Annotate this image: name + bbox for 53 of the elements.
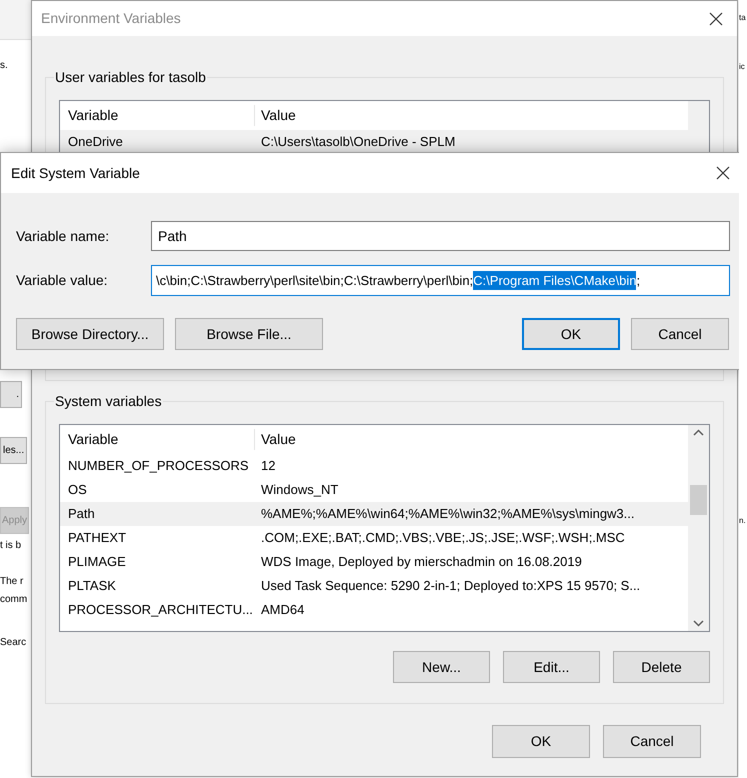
button[interactable]: OK <box>522 318 620 350</box>
button[interactable]: Cancel <box>603 725 701 758</box>
field-label: Variable name: <box>16 226 110 246</box>
column-header[interactable]: Variable <box>60 429 255 450</box>
variable-name: Path <box>67 505 96 524</box>
close-icon[interactable] <box>716 166 730 180</box>
scroll-down-icon[interactable] <box>693 620 704 627</box>
field-label: Variable value: <box>16 271 109 290</box>
page-text: ta <box>739 12 746 24</box>
scrollbar-thumb[interactable] <box>690 485 707 515</box>
column-header[interactable]: Value <box>255 105 688 126</box>
input-field[interactable]: \c\bin;C:\Strawberry\perl\site\bin;C:\Strawberry\perl\bin;C:\Program Files\CMake\bin; <box>151 265 730 296</box>
variable-name: PROCESSOR_ARCHITECTU... <box>67 601 254 620</box>
variable-value: .COM;.EXE;.BAT;.CMD;.VBS;.VBE;.JS;.JSE;.WSF;.WSH;.MSC <box>260 529 626 548</box>
button[interactable]: Browse Directory... <box>16 318 164 350</box>
variable-value: WDS Image, Deployed by mierschadmin on 16.08.2019 <box>260 553 583 572</box>
variable-value: AMD64 <box>260 601 306 620</box>
page-text: Searc <box>0 636 26 650</box>
button[interactable]: OK <box>492 725 590 758</box>
variable-name: PLTASK <box>67 577 117 596</box>
scrollbar[interactable] <box>688 425 709 631</box>
variable-value: Used Task Sequence: 5290 2-in-1; Deployed to:XPS 15 9570; S... <box>260 577 642 596</box>
button[interactable]: Edit... <box>503 651 600 683</box>
page-text: t is b <box>0 539 22 553</box>
scroll-up-icon[interactable] <box>693 429 704 436</box>
column-header[interactable]: Value <box>255 429 688 450</box>
button[interactable]: les... <box>0 437 28 464</box>
page-text: comm <box>0 593 28 607</box>
window-title: Environment Variables <box>41 9 181 28</box>
variable-name: PATHEXT <box>67 529 128 548</box>
button[interactable]: New... <box>393 651 490 683</box>
variable-name: OS <box>67 481 88 500</box>
variable-value: Windows_NT <box>260 481 340 500</box>
page-text: s. <box>0 59 8 73</box>
variable-value: 12 <box>260 457 276 476</box>
button[interactable]: . <box>0 381 22 408</box>
page-text: ic <box>739 61 745 73</box>
button[interactable]: Browse File... <box>175 318 323 350</box>
close-icon[interactable] <box>709 12 723 26</box>
button[interactable]: Cancel <box>631 318 729 350</box>
variable-name: OneDrive <box>67 133 124 152</box>
page-text: n. <box>739 515 746 527</box>
page-text: The r <box>0 575 24 589</box>
button[interactable]: Delete <box>613 651 710 683</box>
list-row[interactable]: OneDrive C:\Users\tasolb\OneDrive - SPLM <box>60 130 688 154</box>
variable-value: %AME%;%AME%\win64;%AME%\win32;%AME%\sys\mingw3... <box>260 505 636 524</box>
variable-value: C:\Users\tasolb\OneDrive - SPLM <box>260 133 456 152</box>
variable-name: PLIMAGE <box>67 553 127 572</box>
list-row[interactable]: Path %AME%;%AME%\win64;%AME%\win32;%AME%\sys\mingw3... <box>60 502 688 526</box>
window-title: Edit System Variable <box>11 164 140 183</box>
input-field[interactable]: Path <box>151 221 730 251</box>
variable-name: NUMBER_OF_PROCESSORS <box>67 457 250 476</box>
column-header[interactable]: Variable <box>60 105 255 126</box>
